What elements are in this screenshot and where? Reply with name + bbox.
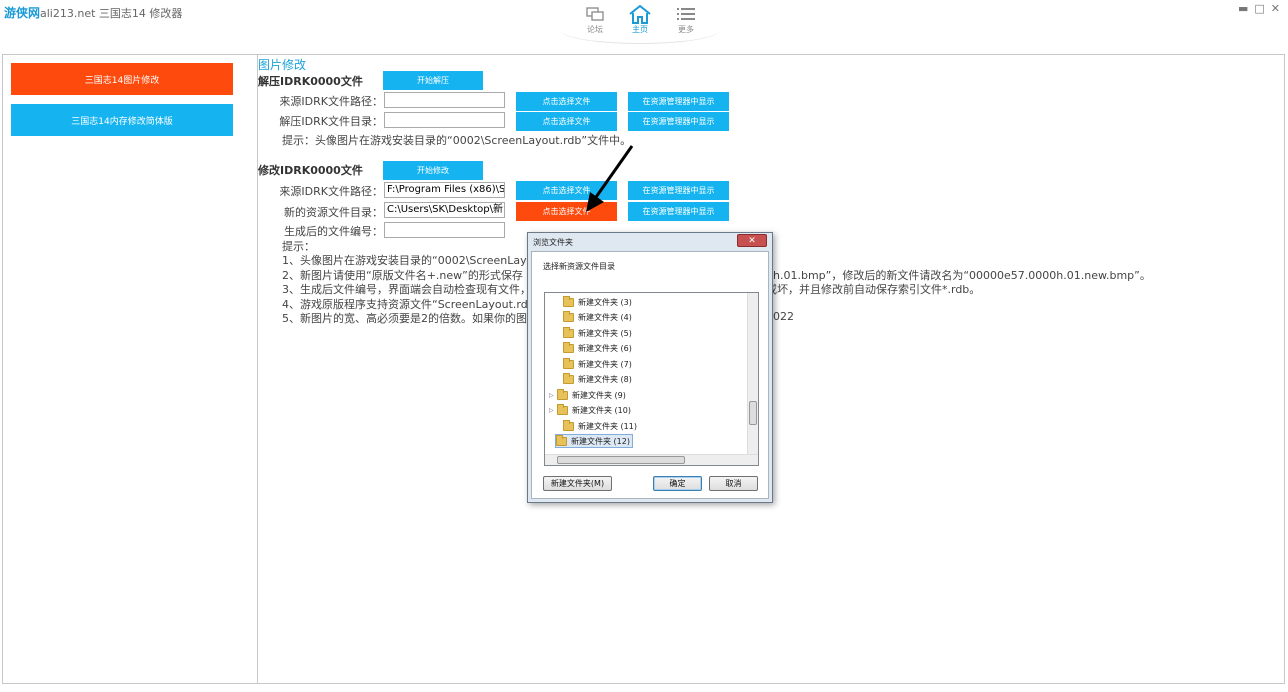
sidebar: 三国志14图片修改 三国志14内存修改简体版 xyxy=(2,54,258,684)
maximize-button[interactable]: □ xyxy=(1254,2,1266,15)
folder-icon xyxy=(563,357,574,369)
new-folder-button[interactable]: 新建文件夹(M) xyxy=(543,476,612,491)
modify-source-explorer-button[interactable]: 在资源管理器中显示 xyxy=(628,181,729,200)
folder-item[interactable]: 新建文件夹 (7) xyxy=(555,357,632,371)
modify-newres-input[interactable]: C:\Users\SK\Desktop\新 xyxy=(384,202,505,218)
folder-item[interactable]: 新建文件夹 (6) xyxy=(555,341,632,355)
modify-number-label: 生成后的文件编号： xyxy=(284,225,383,238)
modify-newres-label: 新的资源文件目录： xyxy=(284,206,383,219)
dialog-close-button[interactable]: ✕ xyxy=(737,234,767,247)
tree-horizontal-scrollbar[interactable] xyxy=(545,454,758,465)
close-icon: ✕ xyxy=(748,235,756,246)
modify-number-input[interactable] xyxy=(384,222,505,238)
cancel-button[interactable]: 取消 xyxy=(709,476,758,491)
nav-bar: 论坛 主页 更多 xyxy=(560,0,720,44)
scrollbar-thumb[interactable] xyxy=(749,401,757,425)
folder-icon xyxy=(563,419,574,431)
title-bar: 游侠网 ali213.net 三国志14 修改器 论坛 主页 更多 ▬ □ ✕ xyxy=(0,0,1288,50)
dialog-description: 选择新资源文件目录 xyxy=(543,262,615,271)
unpack-dest-choose-button[interactable]: 点击选择文件 xyxy=(516,112,617,131)
dialog-body: 选择新资源文件目录 新建文件夹 (3) 新建文件夹 (4) 新建文件夹 (5) … xyxy=(531,251,769,499)
section-title: 图片修改 xyxy=(258,58,307,72)
nav-forum[interactable]: 论坛 xyxy=(575,4,615,35)
folder-item[interactable]: ▷ 新建文件夹 (10) xyxy=(549,403,631,417)
folder-item[interactable]: 新建文件夹 (5) xyxy=(555,326,632,340)
modify-newres-explorer-button[interactable]: 在资源管理器中显示 xyxy=(628,202,729,221)
folder-icon xyxy=(557,403,568,415)
expand-arrow-icon[interactable]: ▷ xyxy=(549,407,557,414)
expand-arrow-icon[interactable]: ▷ xyxy=(549,392,557,399)
modify-tip-5: 5、新图片的宽、高必须要是2的倍数。如果你的图片 xyxy=(282,312,538,325)
modify-source-input[interactable]: F:\Program Files (x86)\S xyxy=(384,182,505,198)
unpack-source-choose-button[interactable]: 点击选择文件 xyxy=(516,92,617,111)
annotation-arrow xyxy=(586,145,634,212)
browse-folder-dialog: 浏览文件夹 ✕ 选择新资源文件目录 新建文件夹 (3) 新建文件夹 (4) 新建… xyxy=(527,232,773,503)
folder-item-selected[interactable]: 新建文件夹 (12) xyxy=(555,434,633,448)
ok-button[interactable]: 确定 xyxy=(653,476,702,491)
minimize-button[interactable]: ▬ xyxy=(1238,2,1250,15)
nav-home-label: 主页 xyxy=(632,25,648,34)
logo-text: 游侠网 xyxy=(4,6,41,20)
unpack-dest-explorer-button[interactable]: 在资源管理器中显示 xyxy=(628,112,729,131)
unpack-tip: 提示：头像图片在游戏安装目录的“0002\ScreenLayout.rdb”文件… xyxy=(282,134,632,147)
folder-item[interactable]: 新建文件夹 (8) xyxy=(555,372,632,386)
unpack-dest-input[interactable] xyxy=(384,112,505,128)
folder-item[interactable]: 新建文件夹 (3) xyxy=(555,295,632,309)
start-modify-button[interactable]: 开始修改 xyxy=(383,161,483,180)
modify-source-label: 来源IDRK文件路径： xyxy=(279,185,383,198)
app-logo: 游侠网 xyxy=(4,4,40,21)
dialog-title: 浏览文件夹 xyxy=(533,238,573,247)
folder-icon xyxy=(563,341,574,353)
start-unpack-button[interactable]: 开始解压 xyxy=(383,71,483,90)
home-icon xyxy=(620,4,660,24)
app-title: ali213.net 三国志14 修改器 xyxy=(40,7,183,20)
sidebar-item-memory-mod[interactable]: 三国志14内存修改简体版 xyxy=(11,104,233,136)
forum-icon xyxy=(575,4,615,24)
folder-icon xyxy=(563,372,574,384)
folder-icon xyxy=(563,326,574,338)
modify-title: 修改IDRK0000文件 xyxy=(258,164,363,177)
folder-icon xyxy=(563,310,574,322)
scrollbar-thumb[interactable] xyxy=(557,456,685,464)
folder-item[interactable]: 新建文件夹 (4) xyxy=(555,310,632,324)
modify-tip-3: 3、生成后文件编号，界面端会自动检查现有文件， xyxy=(282,283,531,296)
folder-item[interactable]: 新建文件夹 (11) xyxy=(555,419,637,433)
folder-item[interactable]: ▷ 新建文件夹 (9) xyxy=(549,388,626,402)
folder-icon xyxy=(557,388,568,400)
folder-tree[interactable]: 新建文件夹 (3) 新建文件夹 (4) 新建文件夹 (5) 新建文件夹 (6) … xyxy=(544,292,759,466)
unpack-source-explorer-button[interactable]: 在资源管理器中显示 xyxy=(628,92,729,111)
unpack-source-input[interactable] xyxy=(384,92,505,108)
sidebar-item-image-mod[interactable]: 三国志14图片修改 xyxy=(11,63,233,95)
nav-forum-label: 论坛 xyxy=(587,25,603,34)
window-controls: ▬ □ ✕ xyxy=(1238,2,1282,15)
list-icon xyxy=(666,4,706,24)
folder-icon xyxy=(563,295,574,307)
unpack-source-label: 来源IDRK文件路径： xyxy=(279,95,383,108)
modify-tip-3-tail: 或坏，并且修改前自动保存索引文件*.rdb。 xyxy=(766,283,981,296)
tree-vertical-scrollbar[interactable] xyxy=(747,293,758,455)
nav-more[interactable]: 更多 xyxy=(666,4,706,35)
unpack-dest-label: 解压IDRK文件目录： xyxy=(279,115,383,128)
modify-tip-1: 1、头像图片在游戏安装目录的“0002\ScreenLayo xyxy=(282,254,534,267)
unpack-title: 解压IDRK0000文件 xyxy=(258,75,363,88)
close-button[interactable]: ✕ xyxy=(1271,2,1282,15)
nav-home[interactable]: 主页 xyxy=(620,4,660,35)
folder-icon xyxy=(556,434,567,446)
nav-more-label: 更多 xyxy=(678,25,694,34)
